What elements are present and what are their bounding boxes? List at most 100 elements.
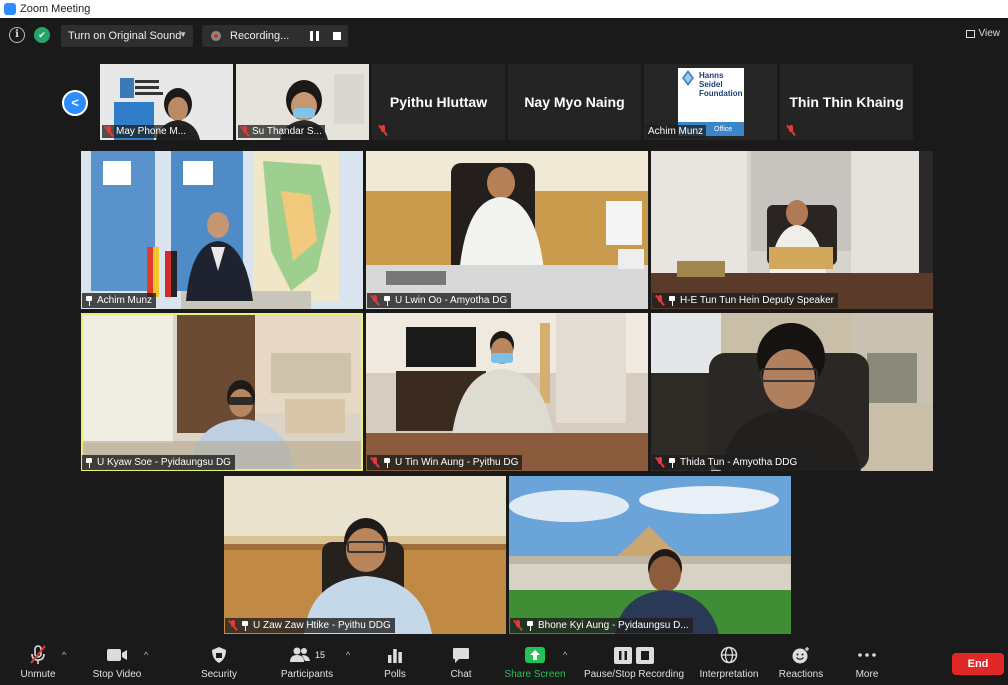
chat-icon [453,647,469,663]
video-tile[interactable]: Bhone Kyi Aung - Pyidaungsu D... [509,476,791,634]
polls-button[interactable]: Polls [376,644,414,682]
unmute-button[interactable]: Unmute [14,644,62,682]
more-button[interactable]: More [848,644,886,682]
original-sound-label: Turn on Original Sound [68,30,182,42]
participants-icon [289,647,310,662]
logo-office-text: Office [714,126,733,133]
logo-line: Seidel [699,80,723,89]
security-label: Security [200,669,238,680]
meeting-topbar: i ✔ Turn on Original Sound ▼ Recording..… [0,18,1008,54]
interpretation-label: Interpretation [699,669,759,680]
meeting-controls-toolbar: Unmute ^ Stop Video ^ Security 15 Partic… [0,640,1008,685]
video-tile[interactable]: Thida Tun - Amyotha DDG [651,313,933,471]
microphone-muted-icon [240,126,249,137]
participant-label: U Zaw Zaw Htike - Pyithu DDG [225,618,395,633]
pause-stop-recording-button[interactable]: Pause/Stop Recording [582,644,686,682]
security-button[interactable]: Security [196,644,242,682]
video-tile[interactable]: H-E Tun Tun Hein Deputy Speaker [651,151,933,309]
pin-icon [383,295,391,306]
pin-icon [85,457,93,468]
share-options-chevron-icon[interactable]: ^ [563,650,567,660]
foundation-logo-text: Hanns Seidel Foundation [699,71,743,98]
strip-tile[interactable]: Nay Myo Naing [508,64,641,140]
video-feed [651,151,933,309]
pin-icon [526,620,534,631]
participant-name: Thin Thin Khaing [789,94,904,110]
participant-label: H-E Tun Tun Hein Deputy Speaker [652,293,838,308]
reactions-button[interactable]: Reactions [776,644,826,682]
microphone-muted-icon [513,620,522,631]
participant-name: U Kyaw Soe - Pyidaungsu DG [97,457,231,468]
share-screen-label: Share Screen [504,669,566,680]
previous-page-button[interactable]: < [62,90,88,116]
microphone-muted-icon [370,295,379,306]
participant-name: Su Thandar S... [252,126,322,137]
zoom-app-icon [4,3,16,15]
info-icon[interactable]: i [9,27,25,43]
strip-tile[interactable]: Hanns Seidel Foundation Office Achim Mun… [644,64,777,140]
unmute-label: Unmute [20,669,56,680]
audio-options-chevron-icon[interactable]: ^ [62,650,66,660]
original-sound-button[interactable]: Turn on Original Sound ▼ [61,25,193,47]
chevron-down-icon[interactable]: ▼ [179,30,187,39]
participant-name: Achim Munz [648,126,704,137]
participant-label: Thida Tun - Amyotha DDG [652,455,802,470]
video-feed [366,151,648,309]
encryption-shield-icon[interactable]: ✔ [34,27,50,43]
microphone-muted-icon [786,125,795,136]
share-screen-button[interactable]: Share Screen [502,644,568,682]
microphone-muted-icon [378,125,387,136]
reactions-label: Reactions [778,669,824,680]
strip-tile[interactable]: May Phone M... [100,64,233,140]
video-feed [366,313,648,471]
participant-name: U Lwin Oo - Amyotha DG [395,295,508,306]
more-label: More [855,669,879,680]
video-tile[interactable]: Achim Munz [81,151,363,309]
logo-line: Hanns [699,71,724,80]
participant-label: Bhone Kyi Aung - Pyidaungsu D... [510,618,693,633]
participants-button[interactable]: 15 Participants [278,644,336,682]
microphone-muted-icon [104,126,113,137]
video-camera-icon [107,649,127,661]
pin-icon [668,295,676,306]
window-title: Zoom Meeting [20,3,91,15]
microphone-muted-icon [228,620,237,631]
strip-tile[interactable]: Pyithu Hluttaw [372,64,505,140]
recording-label: Recording... [230,30,290,42]
view-button[interactable]: View [965,28,1001,39]
window-titlebar: Zoom Meeting [0,0,1008,18]
video-tile-active-speaker[interactable]: U Kyaw Soe - Pyidaungsu DG [81,313,363,471]
stop-video-button[interactable]: Stop Video [88,644,146,682]
chat-button[interactable]: Chat [442,644,480,682]
reactions-smiley-icon [792,647,809,664]
view-label: View [978,28,1001,39]
participant-name: Pyithu Hluttaw [389,94,488,110]
participants-count: 15 [314,650,325,660]
video-tile[interactable]: U Tin Win Aung - Pyithu DG [366,313,648,471]
share-screen-icon [525,647,545,663]
participant-name: U Zaw Zaw Htike - Pyithu DDG [253,620,391,631]
video-tile[interactable]: U Lwin Oo - Amyotha DG [366,151,648,309]
pause-stop-recording-label: Pause/Stop Recording [583,669,685,680]
participant-name: H-E Tun Tun Hein Deputy Speaker [680,295,834,306]
participant-label: Su Thandar S... [238,125,325,138]
pause-icon [614,646,632,664]
strip-tile[interactable]: Thin Thin Khaing [780,64,913,140]
strip-tile[interactable]: Su Thandar S... [236,64,369,140]
stop-icon [636,646,654,664]
pin-icon [241,620,249,631]
end-meeting-button[interactable]: End [952,653,1004,675]
microphone-muted-icon [655,457,664,468]
microphone-muted-icon [655,295,664,306]
participant-label: U Tin Win Aung - Pyithu DG [367,455,523,470]
pause-recording-icon[interactable] [310,31,319,41]
stop-video-label: Stop Video [92,669,142,680]
participants-options-chevron-icon[interactable]: ^ [346,650,350,660]
stop-recording-icon[interactable] [333,32,341,40]
participant-label: Achim Munz [646,125,707,138]
recording-dot-icon [211,31,221,41]
video-tile[interactable]: U Zaw Zaw Htike - Pyithu DDG [224,476,506,634]
pin-icon [85,295,93,306]
interpretation-button[interactable]: Interpretation [696,644,762,682]
video-options-chevron-icon[interactable]: ^ [144,650,148,660]
